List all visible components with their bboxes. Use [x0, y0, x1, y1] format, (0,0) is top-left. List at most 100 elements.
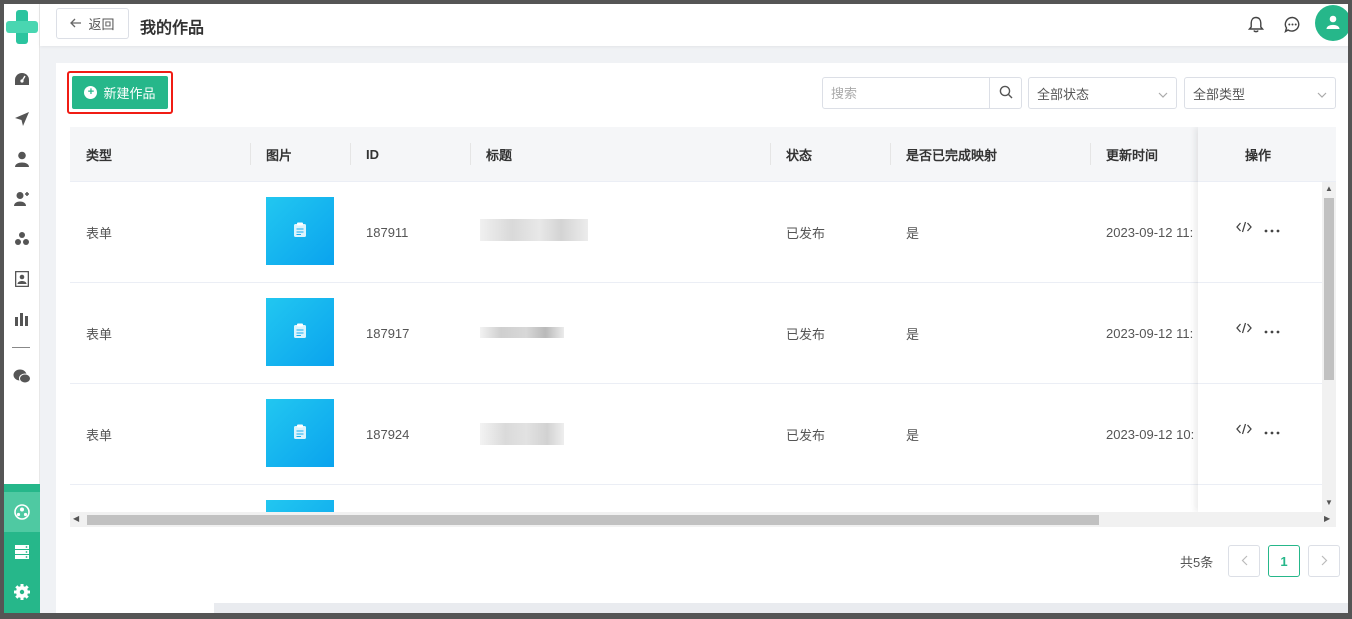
row-id: 187924 — [366, 426, 410, 442]
chevron-left-icon — [1241, 554, 1248, 569]
new-button-highlight: + 新建作品 — [67, 71, 173, 114]
dashboard-icon[interactable] — [12, 69, 32, 89]
wechat-icon[interactable] — [12, 366, 32, 386]
status-select[interactable]: 全部状态 — [1028, 77, 1177, 109]
more-icon[interactable] — [1264, 322, 1280, 337]
row-type: 表单 — [86, 225, 113, 241]
page-title: 我的作品 — [140, 20, 205, 37]
horizontal-scrollbar[interactable]: ◀ ▶ — [70, 512, 1336, 527]
row-updated: 2023-09-12 10: — [1106, 426, 1195, 442]
row-updated: 2023-09-12 11: — [1106, 325, 1194, 341]
search-button[interactable] — [989, 78, 1021, 108]
contact-card-icon[interactable] — [12, 269, 32, 289]
bar-chart-icon[interactable] — [12, 309, 32, 329]
plus-circle-icon: + — [84, 86, 98, 99]
row-status: 已发布 — [786, 427, 826, 443]
row-actions — [1236, 221, 1280, 236]
vertical-scrollbar[interactable]: ▲ ▼ — [1322, 182, 1336, 512]
table-header: 类型 图片 ID 标题 状态 是否已完成映射 更新时间 操作 — [70, 127, 1336, 182]
column-header-image: 图片 — [266, 148, 293, 163]
row-thumbnail — [266, 500, 334, 512]
row-title-redacted — [480, 423, 564, 445]
row-mapped: 是 — [906, 427, 920, 443]
search-box — [822, 77, 1022, 109]
column-header-title: 标题 — [486, 148, 513, 163]
page-button-current[interactable]: 1 — [1268, 545, 1300, 577]
sidebar — [4, 4, 40, 613]
scroll-down-icon[interactable]: ▼ — [1325, 498, 1333, 507]
user-icon[interactable] — [12, 149, 32, 169]
network-icon[interactable] — [12, 502, 32, 522]
sidebar-bottom — [4, 484, 40, 613]
search-icon — [999, 85, 1013, 102]
row-status: 已发布 — [786, 225, 826, 241]
back-button[interactable]: 返回 — [56, 8, 129, 39]
row-status: 已发布 — [786, 326, 826, 342]
column-header-mapped: 是否已完成映射 — [906, 148, 998, 163]
table-row[interactable]: 表单 187917 已发布 是 2023-09-12 11: — [70, 283, 1336, 384]
horizontal-scroll-thumb[interactable] — [87, 515, 1099, 525]
row-mapped: 是 — [906, 326, 920, 342]
new-work-label: 新建作品 — [103, 86, 156, 101]
search-input[interactable] — [823, 78, 989, 108]
avatar-user-icon — [1326, 15, 1340, 32]
sidebar-divider — [12, 347, 30, 348]
type-select-value: 全部类型 — [1193, 86, 1246, 102]
column-header-type: 类型 — [86, 148, 113, 163]
scroll-up-icon[interactable]: ▲ — [1325, 184, 1333, 193]
column-header-status: 状态 — [786, 148, 813, 163]
code-icon[interactable] — [1236, 322, 1252, 337]
pagination-total: 共5条 — [1180, 554, 1214, 570]
actions-column — [1198, 127, 1336, 512]
more-icon[interactable] — [1264, 423, 1280, 438]
clipboard-icon — [293, 424, 307, 443]
row-id: 187911 — [366, 224, 409, 240]
server-icon[interactable] — [12, 542, 32, 562]
clipboard-icon — [293, 323, 307, 342]
row-thumbnail — [266, 399, 334, 467]
code-icon[interactable] — [1236, 423, 1252, 438]
row-title-redacted — [480, 219, 588, 241]
chevron-right-icon — [1321, 554, 1328, 569]
row-thumbnail — [266, 197, 334, 265]
code-icon[interactable] — [1236, 221, 1252, 236]
column-header-id: ID — [366, 147, 379, 162]
bottom-strip — [214, 603, 1348, 613]
row-actions — [1236, 322, 1280, 337]
send-icon[interactable] — [12, 109, 32, 129]
table-row[interactable] — [70, 485, 1336, 512]
chevron-down-icon — [1317, 86, 1327, 101]
chevron-down-icon — [1158, 86, 1168, 101]
status-select-value: 全部状态 — [1037, 86, 1090, 102]
users-icon[interactable] — [12, 189, 32, 209]
table-row[interactable]: 表单 187924 已发布 是 2023-09-12 10: — [70, 384, 1336, 485]
arrow-left-icon — [70, 16, 82, 31]
row-id: 187917 — [366, 325, 410, 341]
row-actions — [1236, 423, 1280, 438]
scroll-left-icon[interactable]: ◀ — [73, 514, 79, 523]
vertical-scroll-thumb[interactable] — [1324, 198, 1334, 380]
back-label: 返回 — [88, 17, 115, 32]
clipboard-icon — [293, 222, 307, 241]
settings-icon[interactable] — [12, 582, 32, 602]
next-page-button[interactable] — [1308, 545, 1340, 577]
main-card: + 新建作品 全部状态 全部类型 — [56, 63, 1348, 613]
column-header-updated: 更新时间 — [1106, 148, 1159, 163]
app-window: 返回 我的作品 + 新建作品 搜索 全部状态 全部类型 类型 图片 ID 标题 … — [4, 4, 1348, 613]
group-icon[interactable] — [12, 229, 32, 249]
works-table: 类型 图片 ID 标题 状态 是否已完成映射 更新时间 操作 表单 187911… — [70, 127, 1336, 512]
row-type: 表单 — [86, 326, 113, 342]
row-type: 表单 — [86, 427, 113, 443]
row-mapped: 是 — [906, 225, 920, 241]
table-row[interactable]: 表单 187911 已发布 是 2023-09-12 11: — [70, 182, 1336, 283]
new-work-button[interactable]: + 新建作品 — [72, 76, 168, 109]
chat-icon[interactable] — [1282, 14, 1302, 34]
scroll-right-icon[interactable]: ▶ — [1324, 514, 1330, 523]
row-thumbnail — [266, 298, 334, 366]
more-icon[interactable] — [1264, 221, 1280, 236]
bell-icon[interactable] — [1246, 14, 1266, 34]
row-updated: 2023-09-12 11: — [1106, 224, 1194, 240]
type-select[interactable]: 全部类型 — [1184, 77, 1336, 109]
prev-page-button[interactable] — [1228, 545, 1260, 577]
avatar[interactable] — [1315, 5, 1348, 41]
